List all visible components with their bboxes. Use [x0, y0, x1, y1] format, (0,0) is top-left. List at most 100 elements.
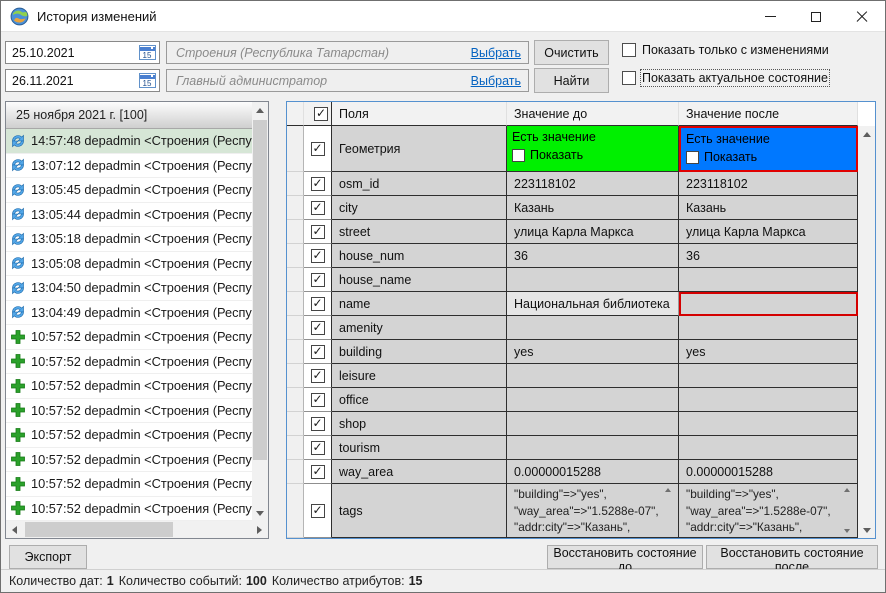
- list-item[interactable]: 10:57:52 depadmin <Строения (Республи: [6, 472, 252, 497]
- row-checkbox-cell[interactable]: [304, 388, 332, 412]
- row-checkbox[interactable]: [311, 504, 325, 518]
- user-filter-field: Главный администратор Выбрать: [166, 69, 529, 92]
- row-checkbox-cell[interactable]: [304, 268, 332, 292]
- value-after-cell: 223118102: [679, 172, 858, 196]
- row-checkbox-cell[interactable]: [304, 316, 332, 340]
- scroll-up-icon[interactable]: [858, 126, 875, 142]
- row-checkbox[interactable]: [311, 249, 325, 263]
- row-checkbox-cell[interactable]: [304, 196, 332, 220]
- row-checkbox-cell[interactable]: [304, 460, 332, 484]
- list-item[interactable]: 14:57:48 depadmin <Строения (Республи: [6, 129, 252, 154]
- row-checkbox[interactable]: [311, 393, 325, 407]
- scroll-up-icon[interactable]: [252, 102, 268, 118]
- scroll-up-icon[interactable]: [844, 488, 850, 492]
- column-header-fields[interactable]: Поля: [332, 102, 507, 126]
- checkbox-icon[interactable]: [622, 43, 636, 57]
- maximize-icon: [811, 12, 821, 22]
- value-after-cell: yes: [679, 340, 858, 364]
- select-all-checkbox[interactable]: [314, 107, 328, 121]
- list-item[interactable]: 10:57:52 depadmin <Строения (Республи: [6, 497, 252, 522]
- row-checkbox-cell[interactable]: [304, 412, 332, 436]
- select-all-cell[interactable]: [304, 102, 332, 126]
- scroll-down-icon[interactable]: [858, 522, 875, 538]
- row-checkbox[interactable]: [311, 345, 325, 359]
- date-from-field[interactable]: 25.10.2021 15: [5, 41, 160, 64]
- events-group-header[interactable]: 25 ноября 2021 г. [100]: [6, 102, 252, 129]
- column-header-after[interactable]: Значение после: [679, 102, 858, 126]
- list-item[interactable]: 10:57:52 depadmin <Строения (Республи: [6, 448, 252, 473]
- user-select-link[interactable]: Выбрать: [471, 74, 528, 88]
- scrollbar-thumb[interactable]: [25, 522, 173, 537]
- restore-after-button[interactable]: Восстановить состояние после: [706, 545, 878, 569]
- scroll-up-icon[interactable]: [665, 488, 671, 492]
- date-from-calendar-button[interactable]: 15: [135, 42, 159, 63]
- events-horizontal-scrollbar[interactable]: [6, 521, 268, 538]
- row-checkbox-cell[interactable]: [304, 484, 332, 538]
- row-checkbox[interactable]: [311, 201, 325, 215]
- export-button[interactable]: Экспорт: [9, 545, 87, 569]
- list-item[interactable]: 13:04:50 depadmin <Строения (Республи: [6, 276, 252, 301]
- row-checkbox[interactable]: [311, 177, 325, 191]
- layer-select-link[interactable]: Выбрать: [471, 46, 528, 60]
- list-item[interactable]: 13:05:18 depadmin <Строения (Республи: [6, 227, 252, 252]
- cell-scrollbar[interactable]: [662, 485, 677, 536]
- minimize-button[interactable]: [747, 1, 793, 32]
- date-to-field[interactable]: 26.11.2021 15: [5, 69, 160, 92]
- scroll-left-icon[interactable]: [6, 521, 23, 538]
- date-to-calendar-button[interactable]: 15: [135, 70, 159, 91]
- scroll-down-icon[interactable]: [252, 505, 268, 521]
- event-text: 13:07:12 depadmin <Строения (Республи: [31, 158, 252, 173]
- event-text: 14:57:48 depadmin <Строения (Республи: [31, 133, 252, 148]
- column-header-before[interactable]: Значение до: [507, 102, 679, 126]
- row-checkbox-cell[interactable]: [304, 292, 332, 316]
- show-actual-checkbox[interactable]: Показать актуальное состояние: [622, 71, 828, 85]
- row-checkbox-cell[interactable]: [304, 364, 332, 388]
- row-checkbox-cell[interactable]: [304, 340, 332, 364]
- row-checkbox[interactable]: [311, 321, 325, 335]
- row-header-cell: [287, 172, 304, 196]
- row-checkbox[interactable]: [311, 441, 325, 455]
- show-changes-checkbox[interactable]: Показать только с изменениями: [622, 43, 829, 57]
- event-text: 13:05:18 depadmin <Строения (Республи: [31, 231, 252, 246]
- checkbox-icon[interactable]: [622, 71, 636, 85]
- list-item[interactable]: 10:57:52 depadmin <Строения (Республи: [6, 399, 252, 424]
- clear-button[interactable]: Очистить: [534, 40, 609, 65]
- maximize-button[interactable]: [793, 1, 839, 32]
- scroll-down-icon[interactable]: [844, 529, 850, 533]
- list-item[interactable]: 10:57:52 depadmin <Строения (Республи: [6, 325, 252, 350]
- geometry-value-label: Есть значение: [512, 129, 678, 146]
- list-item[interactable]: 10:57:52 depadmin <Строения (Республи: [6, 374, 252, 399]
- dates-count-label: Количество дат:: [9, 574, 103, 588]
- row-checkbox[interactable]: [311, 273, 325, 287]
- row-checkbox[interactable]: [311, 369, 325, 383]
- row-checkbox[interactable]: [311, 225, 325, 239]
- list-item[interactable]: 13:05:45 depadmin <Строения (Республи: [6, 178, 252, 203]
- grid-vertical-scrollbar[interactable]: [858, 126, 875, 538]
- find-button[interactable]: Найти: [534, 68, 609, 93]
- row-checkbox-cell[interactable]: [304, 244, 332, 268]
- field-cell: leisure: [332, 364, 507, 388]
- row-checkbox[interactable]: [311, 417, 325, 431]
- cell-scrollbar[interactable]: [841, 485, 856, 536]
- table-row: way_area 0.00000015288 0.00000015288: [287, 460, 858, 484]
- show-geometry-checkbox[interactable]: [512, 149, 525, 162]
- scrollbar-thumb[interactable]: [253, 120, 267, 460]
- show-geometry-checkbox[interactable]: [686, 151, 699, 164]
- row-checkbox-cell[interactable]: [304, 126, 332, 172]
- close-button[interactable]: [839, 1, 885, 32]
- list-item[interactable]: 10:57:52 depadmin <Строения (Республи: [6, 423, 252, 448]
- scroll-right-icon[interactable]: [251, 521, 268, 538]
- row-checkbox-cell[interactable]: [304, 436, 332, 460]
- row-checkbox[interactable]: [311, 465, 325, 479]
- list-item[interactable]: 13:05:44 depadmin <Строения (Республи: [6, 203, 252, 228]
- row-checkbox[interactable]: [311, 297, 325, 311]
- list-item[interactable]: 13:07:12 depadmin <Строения (Республи: [6, 154, 252, 179]
- row-checkbox-cell[interactable]: [304, 172, 332, 196]
- restore-before-button[interactable]: Восстановить состояние до: [547, 545, 703, 569]
- row-checkbox[interactable]: [311, 142, 325, 156]
- list-item[interactable]: 13:04:49 depadmin <Строения (Республи: [6, 301, 252, 326]
- list-item[interactable]: 13:05:08 depadmin <Строения (Республи: [6, 252, 252, 277]
- events-vertical-scrollbar[interactable]: [252, 102, 268, 521]
- list-item[interactable]: 10:57:52 depadmin <Строения (Республи: [6, 350, 252, 375]
- row-checkbox-cell[interactable]: [304, 220, 332, 244]
